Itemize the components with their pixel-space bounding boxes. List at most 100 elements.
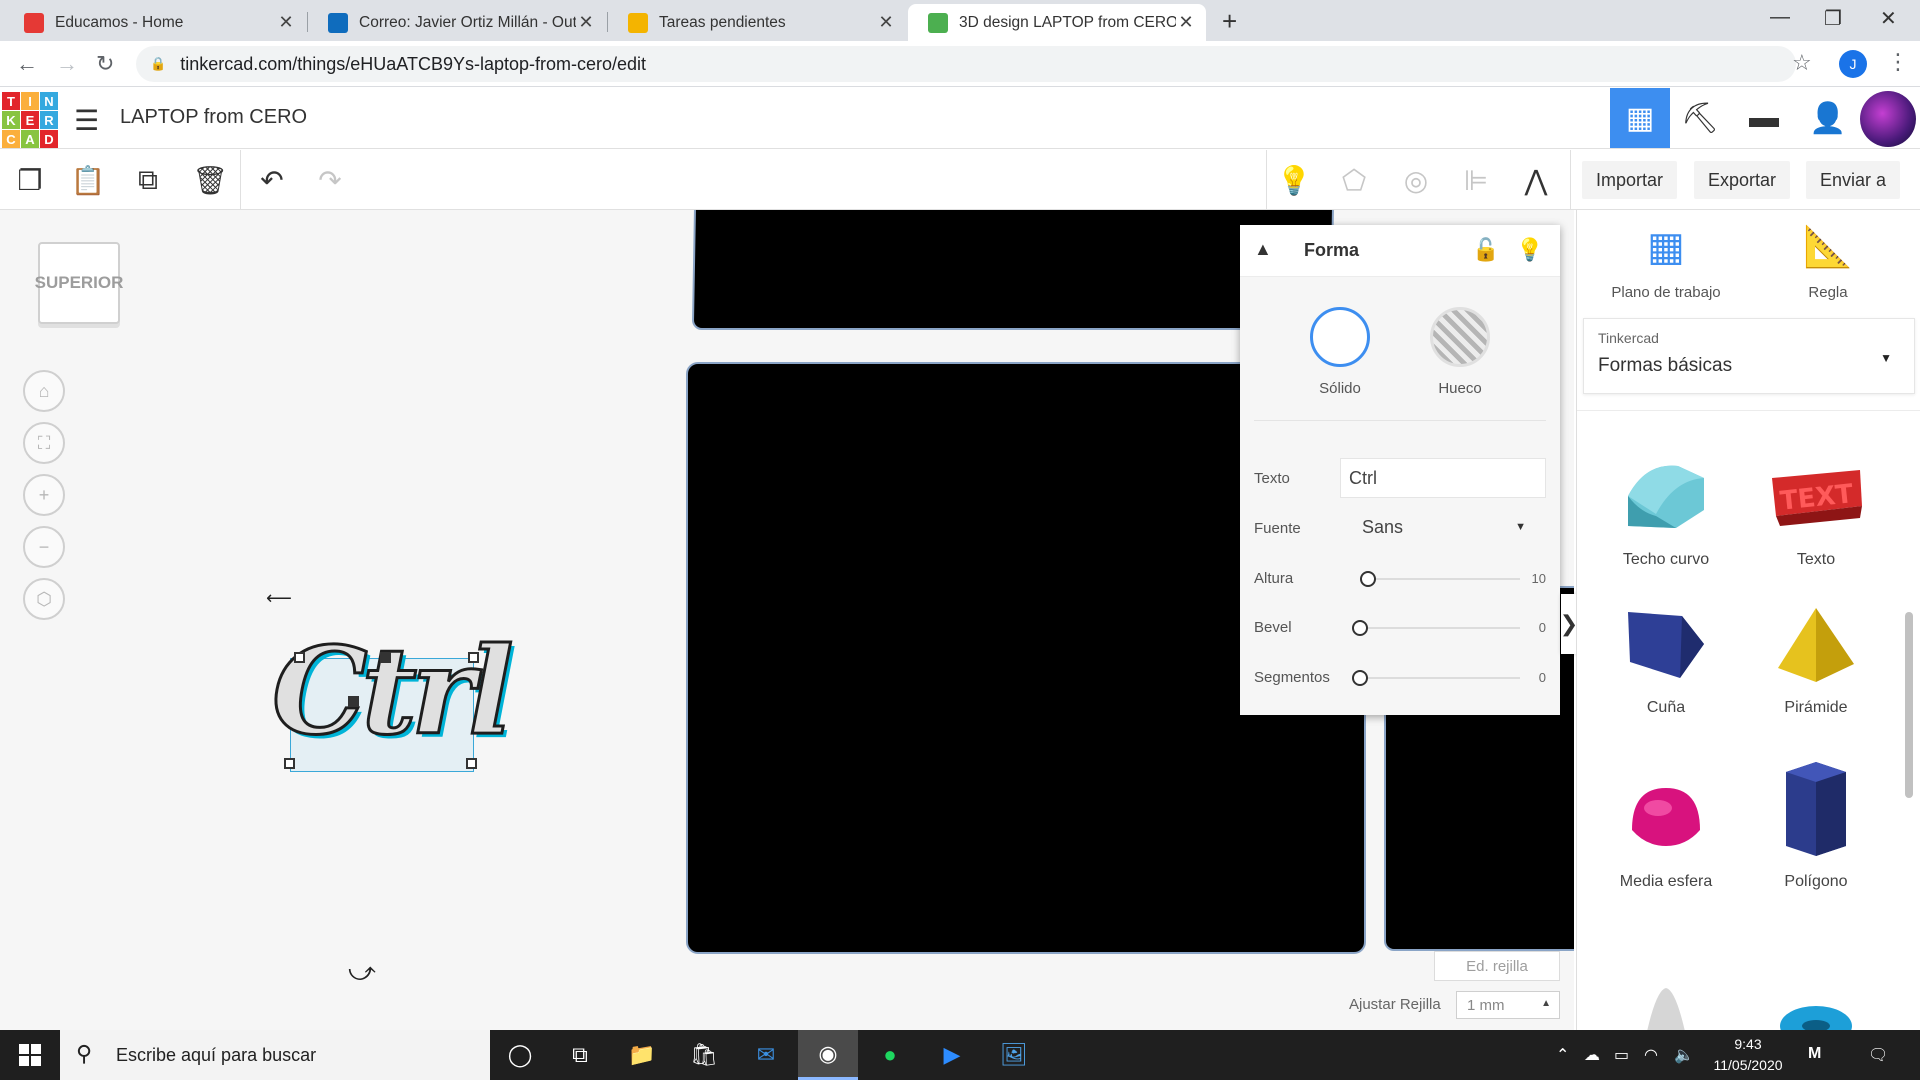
shape-torus-partial[interactable] xyxy=(1741,990,1891,1030)
resize-handle[interactable] xyxy=(466,758,477,769)
paste-icon[interactable]: 📋 xyxy=(68,160,108,200)
edit-grid-button[interactable]: Ed. rejilla xyxy=(1434,951,1560,981)
shape-text[interactable]: TEXT Texto xyxy=(1741,458,1891,569)
shape-wedge[interactable]: Cuña xyxy=(1591,606,1741,717)
close-tab-icon[interactable]: ✕ xyxy=(576,12,596,33)
fit-view-icon[interactable]: ⛶ xyxy=(23,422,65,464)
cortana-icon[interactable]: ◯ xyxy=(490,1030,550,1080)
home-view-icon[interactable]: ⌂ xyxy=(23,370,65,412)
text-prop-input[interactable]: Ctrl xyxy=(1340,458,1546,498)
group-icon[interactable]: ⬠ xyxy=(1334,160,1374,200)
design-title[interactable]: LAPTOP from CERO xyxy=(120,106,307,129)
height-slider-knob[interactable] xyxy=(1360,571,1376,587)
shape-half-sphere[interactable]: Media esfera xyxy=(1591,780,1741,891)
tinkercad-logo[interactable]: T I N K E R C A D xyxy=(2,92,58,148)
blocks-pickaxe-icon[interactable]: ⛏ xyxy=(1670,88,1730,148)
shapes-panel-scrollbar[interactable] xyxy=(1905,612,1913,798)
windows-start-button[interactable] xyxy=(0,1030,60,1080)
close-tab-icon[interactable]: ✕ xyxy=(276,12,296,33)
url-input[interactable]: 🔒 tinkercad.com/things/eHUaATCB9Ys-lapto… xyxy=(136,46,1796,82)
microsoft-store-icon[interactable]: 🛍 xyxy=(674,1030,734,1080)
notifications-icon[interactable]: 🗨 xyxy=(1868,1045,1888,1065)
import-button[interactable]: Importar xyxy=(1582,161,1678,199)
segments-slider-knob[interactable] xyxy=(1352,670,1368,686)
zoom-out-icon[interactable]: − xyxy=(23,526,65,568)
onedrive-icon[interactable]: ☁ xyxy=(1584,1045,1600,1065)
duplicate-icon[interactable]: ⧉ xyxy=(128,160,168,200)
ruler-tool-button[interactable]: 📐 Regla xyxy=(1753,222,1903,301)
ungroup-icon[interactable]: ◎ xyxy=(1396,160,1436,200)
font-select[interactable]: Sans ▼ xyxy=(1340,507,1546,547)
solid-color-chip[interactable] xyxy=(1310,307,1370,367)
rotate-handle-icon[interactable]: ⟵ xyxy=(266,588,292,609)
volume-icon[interactable]: 🔈 xyxy=(1674,1045,1694,1065)
shape-pyramid[interactable]: Pirámide xyxy=(1741,606,1891,717)
show-all-bulb-icon[interactable]: 💡 xyxy=(1274,160,1314,200)
taskbar-clock[interactable]: 9:43 11/05/2020 xyxy=(1708,1034,1788,1076)
shape-polygon[interactable]: Polígono xyxy=(1741,758,1891,891)
zoom-app-icon[interactable]: ▶ xyxy=(922,1030,982,1080)
copy-icon[interactable]: ❐ xyxy=(10,160,50,200)
battery-icon[interactable]: ▭ xyxy=(1614,1045,1629,1065)
user-avatar[interactable] xyxy=(1860,91,1916,147)
resize-handle[interactable] xyxy=(284,758,295,769)
redo-icon[interactable]: ↷ xyxy=(310,160,350,200)
m-app-tray-icon[interactable]: M xyxy=(1808,1045,1821,1063)
bevel-slider-knob[interactable] xyxy=(1352,620,1368,636)
close-window-icon[interactable]: ✕ xyxy=(1880,6,1897,31)
ctrl-text-shape[interactable]: Ctrl xyxy=(271,630,516,753)
workplane-tool-button[interactable]: ▦ Plano de trabajo xyxy=(1591,222,1741,301)
show-hidden-icons-icon[interactable]: ⌃ xyxy=(1556,1045,1569,1065)
collapse-arrow-icon[interactable]: ▲ xyxy=(1254,239,1272,260)
undo-icon[interactable]: ↶ xyxy=(252,160,292,200)
file-explorer-icon[interactable]: 📁 xyxy=(612,1030,672,1080)
resize-handle[interactable] xyxy=(468,652,479,663)
browser-tab-outlook[interactable]: Correo: Javier Ortiz Millán - Outlook ✕ xyxy=(308,4,606,41)
close-tab-icon[interactable]: ✕ xyxy=(1176,12,1196,33)
mirror-icon[interactable]: ⋀ xyxy=(1516,160,1556,200)
maximize-window-icon[interactable]: ❐ xyxy=(1824,6,1842,31)
bevel-slider[interactable] xyxy=(1360,627,1520,629)
delete-trash-icon[interactable]: 🗑 xyxy=(190,160,230,200)
align-icon[interactable]: ⊫ xyxy=(1456,160,1496,200)
task-view-icon[interactable]: ⧉ xyxy=(550,1030,610,1080)
minimize-window-icon[interactable]: — xyxy=(1770,6,1790,29)
3d-view-grid-icon[interactable]: ▦ xyxy=(1610,88,1670,148)
shapes-panel-toggle-icon[interactable]: ❯ xyxy=(1560,594,1578,654)
chrome-icon[interactable]: ◉ xyxy=(798,1030,858,1080)
forward-arrow-icon[interactable]: → xyxy=(56,51,78,77)
bookmark-star-icon[interactable]: ☆ xyxy=(1792,50,1812,76)
unlock-icon[interactable]: 🔓 xyxy=(1472,237,1499,263)
browser-menu-icon[interactable]: ⋮ xyxy=(1887,49,1909,75)
view-cube[interactable]: SUPERIOR xyxy=(35,242,123,324)
new-tab-button[interactable]: + xyxy=(1222,6,1237,37)
design-list-icon[interactable]: ☰ xyxy=(74,104,99,137)
browser-tab-tareas[interactable]: Tareas pendientes ✕ xyxy=(608,4,906,41)
bricks-icon[interactable]: ▬ xyxy=(1734,88,1794,148)
reload-icon[interactable]: ↻ xyxy=(96,51,114,77)
visibility-bulb-icon[interactable]: 💡 xyxy=(1516,237,1543,263)
add-user-icon[interactable]: 👤 xyxy=(1798,88,1858,148)
shape-curved-roof[interactable]: Techo curvo xyxy=(1591,458,1741,569)
browser-tab-tinkercad[interactable]: 3D design LAPTOP from CERO | Tinkercad ✕ xyxy=(908,4,1206,41)
shape-paraboloid-partial[interactable] xyxy=(1591,986,1741,1030)
taskbar-search-input[interactable]: ⚲ Escribe aquí para buscar xyxy=(60,1030,490,1080)
segments-slider[interactable] xyxy=(1360,677,1520,679)
snap-grid-select[interactable]: 1 mm ▲ xyxy=(1456,991,1560,1019)
close-tab-icon[interactable]: ✕ xyxy=(876,12,896,33)
browser-tab-educamos[interactable]: Educamos - Home ✕ xyxy=(4,4,306,41)
photos-icon[interactable]: 🖼 xyxy=(984,1030,1044,1080)
back-arrow-icon[interactable]: ← xyxy=(16,51,38,77)
resize-handle[interactable] xyxy=(380,652,391,663)
height-slider[interactable] xyxy=(1360,578,1520,580)
perspective-cube-icon[interactable]: ⬡ xyxy=(23,578,65,620)
resize-handle[interactable] xyxy=(294,652,305,663)
shape-library-select[interactable]: Tinkercad Formas básicas ▼ xyxy=(1583,318,1915,394)
hole-chip[interactable] xyxy=(1430,307,1490,367)
mail-icon[interactable]: ✉ xyxy=(736,1030,796,1080)
rotate-handle-icon[interactable]: ⤻ xyxy=(348,956,376,988)
export-button[interactable]: Exportar xyxy=(1694,161,1791,199)
send-to-button[interactable]: Enviar a xyxy=(1806,161,1901,199)
resize-handle[interactable] xyxy=(348,696,359,707)
browser-profile-avatar[interactable]: J xyxy=(1839,50,1867,78)
